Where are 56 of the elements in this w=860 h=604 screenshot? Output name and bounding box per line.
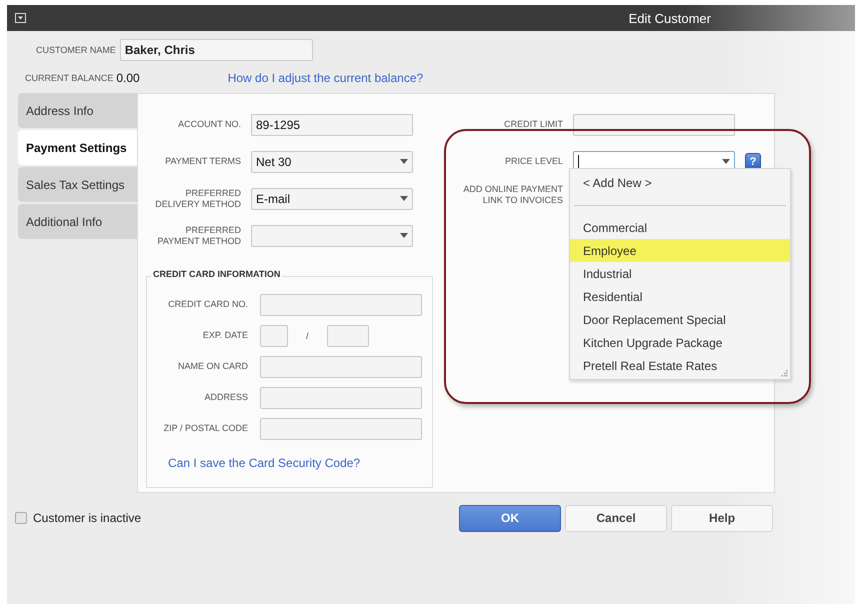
balance-value: 0.00: [116, 71, 140, 85]
checkbox[interactable]: [15, 512, 27, 524]
text-field[interactable]: [260, 294, 422, 316]
field-label: CREDIT LIMIT: [503, 119, 563, 130]
tab[interactable]: Payment Settings: [18, 130, 137, 165]
customer-name-field[interactable]: Baker, Chris: [120, 39, 313, 61]
list-option[interactable]: Industrial: [570, 262, 790, 285]
field-label: CURRENT BALANCE: [25, 73, 114, 83]
dialog-button[interactable]: Cancel: [565, 504, 668, 532]
field-label: PREFERRED DELIVERY METHOD: [154, 188, 241, 210]
list-option[interactable]: Residential: [570, 285, 790, 308]
list-option[interactable]: Employee: [570, 239, 790, 262]
help-link[interactable]: Can I save the Card Security Code?: [168, 456, 360, 470]
text-field[interactable]: [573, 114, 735, 136]
dialog-button[interactable]: OK: [459, 504, 562, 532]
tab[interactable]: Sales Tax Settings: [18, 167, 137, 202]
field-label: ZIP / POSTAL CODE: [162, 423, 248, 434]
text-field[interactable]: [260, 356, 422, 378]
window-title: Edit Customer: [628, 10, 711, 26]
text-field[interactable]: [260, 418, 422, 440]
field-label: PREFERRED PAYMENT METHOD: [156, 224, 241, 246]
month-field[interactable]: [260, 324, 288, 346]
group-title: CREDIT CARD INFORMATION: [151, 269, 282, 279]
list-option[interactable]: < Add New >: [570, 171, 790, 194]
dropdown-arrow-icon[interactable]: [722, 159, 730, 164]
list-option[interactable]: Commercial: [570, 216, 790, 239]
dropdown-arrow-icon[interactable]: [400, 233, 408, 238]
text-field[interactable]: [260, 386, 422, 408]
field-label: PAYMENT TERMS: [164, 156, 241, 167]
dropdown-field[interactable]: Net 30: [251, 150, 413, 172]
resize-grip-icon[interactable]: [781, 370, 788, 377]
year-field[interactable]: [326, 324, 369, 346]
date-separator: /: [306, 330, 309, 340]
list-option[interactable]: Kitchen Upgrade Package: [570, 331, 790, 354]
text-cursor: [578, 154, 579, 168]
field-label: CREDIT CARD NO.: [167, 299, 248, 310]
field-label: EXP. DATE: [202, 330, 248, 341]
field-label: NAME ON CARD: [176, 361, 248, 372]
tab[interactable]: Address Info: [18, 93, 137, 128]
dropdown-arrow-icon[interactable]: [400, 159, 408, 164]
field-label: ADDRESS: [203, 392, 248, 403]
list-option[interactable]: Door Replacement Special: [570, 308, 790, 331]
field-label: PRICE LEVEL: [504, 156, 563, 167]
dropdown-field[interactable]: [251, 224, 413, 246]
checkbox-label: Customer is inactive: [33, 511, 142, 525]
dialog-button[interactable]: Help: [671, 504, 774, 532]
window-menu-icon[interactable]: [15, 13, 26, 23]
tab[interactable]: Additional Info: [18, 204, 137, 239]
help-link[interactable]: How do I adjust the current balance?: [228, 71, 424, 85]
field-label: ACCOUNT NO.: [177, 119, 241, 130]
dropdown-arrow-icon[interactable]: [400, 196, 408, 201]
text-field[interactable]: 89-1295: [251, 114, 413, 136]
dropdown-field[interactable]: E-mail: [251, 188, 413, 210]
list-option[interactable]: Pretell Real Estate Rates: [570, 354, 790, 377]
field-label: CUSTOMER NAME: [36, 45, 116, 55]
field-label: ADD ONLINE PAYMENT LINK TO INVOICES: [462, 183, 563, 206]
